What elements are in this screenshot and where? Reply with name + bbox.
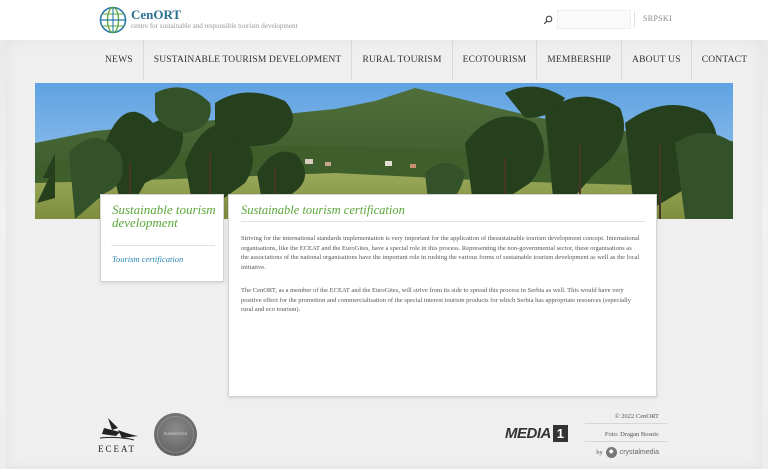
nav-item-ecotourism[interactable]: ECOTOURISM <box>453 40 538 80</box>
nav-item-rural-tourism[interactable]: RURAL TOURISM <box>352 40 453 80</box>
nav-item-sustainable-tourism-development[interactable]: SUSTAINABLE TOURISM DEVELOPMENT <box>144 40 353 80</box>
language-link[interactable]: SRPSKI <box>643 14 672 23</box>
sidebar-title[interactable]: Sustainable tourism development <box>112 203 216 229</box>
nav-item-about-us[interactable]: ABOUT US <box>622 40 692 80</box>
media-label: MEDIA <box>505 425 551 442</box>
article: Sustainable tourism certification Strivi… <box>228 194 657 397</box>
search-icon[interactable] <box>538 10 557 29</box>
brand-name: CenORT <box>131 7 182 22</box>
divider <box>634 11 635 28</box>
divider <box>111 245 215 246</box>
globe-logo-icon[interactable] <box>99 6 127 34</box>
brand[interactable]: CenORT centre for sustainable and respon… <box>131 8 297 31</box>
brand-tagline: centre for sustainable and responsible t… <box>131 22 298 30</box>
copyright-text: © 2022 CenORT <box>585 409 667 424</box>
sidebar-item-tourism-certification[interactable]: Tourism certification <box>112 254 183 264</box>
top-bar: CenORT centre for sustainable and respon… <box>0 0 768 40</box>
nav-item-contact[interactable]: CONTACT <box>692 40 758 80</box>
page-title: Sustainable tourism certification <box>241 203 405 217</box>
eceat-logo[interactable]: ECEAT <box>98 414 148 456</box>
eurogites-label: EUROGITES <box>163 431 188 436</box>
nav-item-news[interactable]: NEWS <box>95 40 144 80</box>
divider <box>241 221 645 222</box>
eurogites-logo[interactable]: EUROGITES <box>154 413 197 456</box>
main-nav: NEWS SUSTAINABLE TOURISM DEVELOPMENT RUR… <box>95 40 757 80</box>
crystalmedia-icon: ◆ <box>605 447 617 458</box>
nav-item-membership[interactable]: MEMBERSHIP <box>537 40 623 80</box>
crystalmedia-label: crystalmedia <box>619 449 659 456</box>
search-box <box>538 10 631 29</box>
media-number: 1 <box>552 425 568 442</box>
footer-credits: © 2022 CenORT Foto: Dragan Bosnic by ◆ c… <box>585 409 667 460</box>
media1-logo[interactable]: MEDIA 1 <box>505 425 568 442</box>
sidebar-box: Sustainable tourism development Tourism … <box>100 194 224 282</box>
photo-credit: Foto: Dragan Bosnic <box>585 427 667 442</box>
article-paragraph: The CenORT, as a member of the ECEAT and… <box>241 287 631 314</box>
search-input[interactable] <box>557 10 631 29</box>
eceat-label: ECEAT <box>98 444 136 454</box>
crystalmedia-credit[interactable]: by ◆ crystalmedia <box>585 445 667 460</box>
by-label: by <box>596 449 603 456</box>
article-paragraph: Striving for the international standards… <box>241 235 640 271</box>
